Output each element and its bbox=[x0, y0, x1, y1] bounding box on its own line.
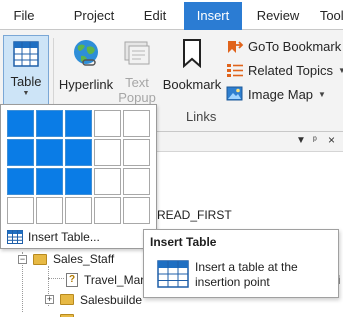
grid-cell[interactable] bbox=[65, 168, 92, 195]
table-button[interactable]: Table ▼ bbox=[3, 35, 49, 105]
hyperlink-label: Hyperlink bbox=[58, 77, 114, 92]
grid-cell[interactable] bbox=[7, 139, 34, 166]
grid-cell[interactable] bbox=[65, 197, 92, 224]
grid-cell[interactable] bbox=[123, 110, 150, 137]
table-dropdown: Insert Table... bbox=[0, 104, 157, 249]
grid-cell[interactable] bbox=[7, 110, 34, 137]
chevron-down-icon: ▼ bbox=[318, 89, 326, 99]
globe-link-icon bbox=[74, 40, 98, 66]
tree-item-sales-staff[interactable]: Sales_Staff bbox=[53, 252, 114, 266]
chevron-down-icon: ▼ bbox=[22, 90, 30, 97]
goto-bookmark-icon bbox=[228, 41, 244, 53]
grid-cell[interactable] bbox=[7, 197, 34, 224]
chevron-down-icon: ▼ bbox=[338, 65, 343, 75]
grid-cell[interactable] bbox=[36, 197, 63, 224]
grid-cell[interactable] bbox=[94, 139, 121, 166]
related-topics-label: Related Topics bbox=[248, 62, 334, 78]
close-icon[interactable]: × bbox=[328, 133, 335, 147]
bookmark-icon bbox=[183, 39, 201, 69]
table-icon bbox=[13, 41, 39, 67]
goto-bookmark-button[interactable]: GoTo Bookmark bbox=[226, 36, 341, 56]
tab-file[interactable]: File bbox=[4, 3, 44, 30]
goto-bookmark-label: GoTo Bookmark bbox=[248, 38, 342, 54]
bookmark-label: Bookmark bbox=[162, 77, 222, 92]
folder-open-icon bbox=[33, 254, 47, 265]
tab-edit[interactable]: Edit bbox=[134, 3, 176, 30]
grid-cell[interactable] bbox=[65, 110, 92, 137]
insert-table-menu-item[interactable]: Insert Table... bbox=[1, 226, 156, 248]
tooltip-description: Insert a table at the insertion point bbox=[195, 260, 298, 289]
grid-cell[interactable] bbox=[7, 168, 34, 195]
related-topics-button[interactable]: Related Topics ▼ bbox=[226, 60, 343, 80]
grid-cell[interactable] bbox=[123, 168, 150, 195]
folder-icon bbox=[60, 294, 74, 305]
tab-review[interactable]: Review bbox=[250, 3, 306, 30]
table-button-label: Table bbox=[10, 74, 42, 89]
insert-table-label: Insert Table... bbox=[28, 230, 100, 244]
text-popup-button[interactable]: Text Popup bbox=[117, 35, 157, 105]
tooltip-title: Insert Table bbox=[150, 235, 217, 249]
text-popup-label-line1: Text bbox=[125, 75, 149, 90]
grid-cell[interactable] bbox=[94, 197, 121, 224]
tree-item-read-first[interactable]: READ_FIRST bbox=[157, 208, 232, 222]
table-icon bbox=[7, 230, 23, 244]
insert-table-tooltip: Insert Table Insert a table at the inser… bbox=[143, 229, 339, 298]
pin-icon[interactable]: ᵖ bbox=[313, 135, 317, 146]
ribbon-tab-bar: File Project Edit Insert Review Tools bbox=[0, 0, 343, 31]
tab-insert[interactable]: Insert bbox=[184, 2, 242, 31]
grid-cell[interactable] bbox=[36, 139, 63, 166]
tab-project[interactable]: Project bbox=[66, 3, 122, 30]
topic-doc-icon: ? bbox=[66, 273, 78, 287]
image-map-label: Image Map bbox=[248, 86, 314, 102]
grid-cell[interactable] bbox=[94, 110, 121, 137]
grid-cell[interactable] bbox=[123, 139, 150, 166]
image-map-button[interactable]: Image Map ▼ bbox=[226, 84, 326, 104]
table-icon bbox=[157, 260, 189, 288]
tree-line bbox=[48, 278, 64, 279]
collapse-toggle[interactable]: − bbox=[18, 255, 27, 264]
tree-item-travel[interactable]: Travel_Mar bbox=[84, 273, 144, 287]
related-topics-icon bbox=[227, 64, 243, 77]
pane-menu-icon[interactable]: ▼ bbox=[296, 135, 306, 146]
text-popup-label-line2: Popup bbox=[118, 90, 156, 105]
expand-toggle[interactable]: + bbox=[45, 295, 54, 304]
hyperlink-button[interactable]: Hyperlink bbox=[57, 35, 115, 105]
text-popup-icon bbox=[124, 41, 150, 65]
grid-cell[interactable] bbox=[65, 139, 92, 166]
grid-cell[interactable] bbox=[94, 168, 121, 195]
grid-cell[interactable] bbox=[36, 168, 63, 195]
bookmark-button[interactable]: Bookmark bbox=[161, 35, 223, 105]
links-group-label: Links bbox=[186, 109, 217, 124]
grid-cell[interactable] bbox=[36, 110, 63, 137]
tab-tools[interactable]: Tools bbox=[314, 3, 343, 30]
grid-cell[interactable] bbox=[123, 197, 150, 224]
image-map-icon bbox=[226, 86, 243, 101]
tree-item-salesbuilder[interactable]: Salesbuilde bbox=[80, 293, 142, 307]
